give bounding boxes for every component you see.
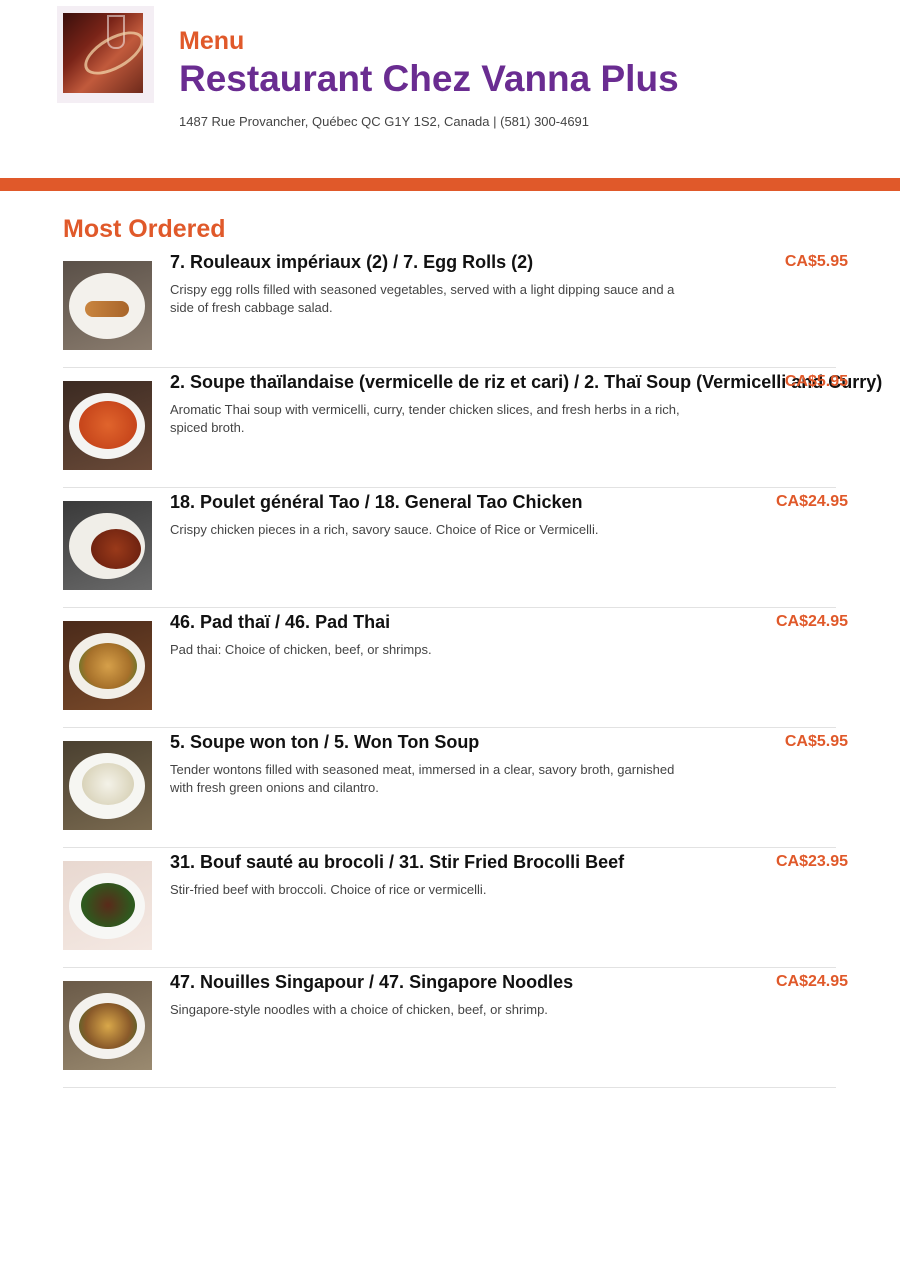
dish-price: CA$24.95 bbox=[775, 493, 848, 510]
menu-item[interactable]: 47. Nouilles Singapour / 47. Singapore N… bbox=[63, 968, 848, 1088]
dish-description: Tender wontons filled with seasoned meat… bbox=[170, 762, 675, 795]
restaurant-logo-frame bbox=[57, 6, 154, 103]
menu-item[interactable]: 31. Bouf sauté au brocoli / 31. Stir Fri… bbox=[63, 848, 848, 968]
menu-item[interactable]: 5. Soupe won ton / 5. Won Ton Soup Tende… bbox=[63, 728, 848, 848]
dish-name: 31. Bouf sauté au brocoli / 31. Stir Fri… bbox=[170, 852, 625, 872]
dish-name: 47. Nouilles Singapour / 47. Singapore N… bbox=[170, 972, 574, 992]
dish-name: 7. Rouleaux impériaux (2) / 7. Egg Rolls… bbox=[170, 252, 534, 272]
dish-photo bbox=[63, 501, 152, 590]
dish-price: CA$23.95 bbox=[775, 853, 848, 870]
section-title: Most Ordered bbox=[63, 215, 226, 243]
dish-price: CA$5.95 bbox=[784, 733, 848, 750]
dish-name: 5. Soupe won ton / 5. Won Ton Soup bbox=[170, 732, 480, 752]
dish-description: Crispy chicken pieces in a rich, savory … bbox=[170, 522, 599, 537]
menu-label: Menu bbox=[179, 27, 245, 55]
header-divider-bar bbox=[0, 178, 900, 191]
menu-item[interactable]: 2. Soupe thaïlandaise (vermicelle de riz… bbox=[63, 368, 882, 488]
dish-name: 18. Poulet général Tao / 18. General Tao… bbox=[170, 492, 583, 512]
dish-photo bbox=[63, 861, 152, 950]
dish-price: CA$24.95 bbox=[775, 613, 848, 630]
dish-name: 46. Pad thaï / 46. Pad Thai bbox=[170, 612, 391, 632]
dish-photo bbox=[63, 741, 152, 830]
menu-item[interactable]: 46. Pad thaï / 46. Pad Thai Pad thai: Ch… bbox=[63, 608, 848, 728]
dish-description: Singapore-style noodles with a choice of… bbox=[170, 1002, 548, 1017]
dish-photo bbox=[63, 621, 152, 710]
dish-price: CA$5.95 bbox=[784, 253, 848, 270]
restaurant-name: Restaurant Chez Vanna Plus bbox=[179, 58, 679, 99]
menu-item[interactable]: 18. Poulet général Tao / 18. General Tao… bbox=[63, 488, 848, 608]
menu-items-list: 7. Rouleaux impériaux (2) / 7. Egg Rolls… bbox=[63, 248, 900, 1088]
restaurant-address: 1487 Rue Provancher, Québec QC G1Y 1S2, … bbox=[179, 114, 590, 129]
dish-photo bbox=[63, 981, 152, 1070]
dish-description: Pad thai: Choice of chicken, beef, or sh… bbox=[170, 642, 432, 657]
dish-description: Aromatic Thai soup with vermicelli, curr… bbox=[170, 402, 680, 435]
restaurant-logo bbox=[63, 13, 143, 93]
dish-price: CA$5.95 bbox=[784, 373, 848, 390]
menu-item[interactable]: 7. Rouleaux impériaux (2) / 7. Egg Rolls… bbox=[63, 248, 848, 368]
dish-photo bbox=[63, 381, 152, 470]
dish-photo bbox=[63, 261, 152, 350]
dish-price: CA$24.95 bbox=[775, 973, 848, 990]
dish-description: Crispy egg rolls filled with seasoned ve… bbox=[170, 282, 675, 315]
dish-description: Stir-fried beef with broccoli. Choice of… bbox=[170, 882, 487, 897]
